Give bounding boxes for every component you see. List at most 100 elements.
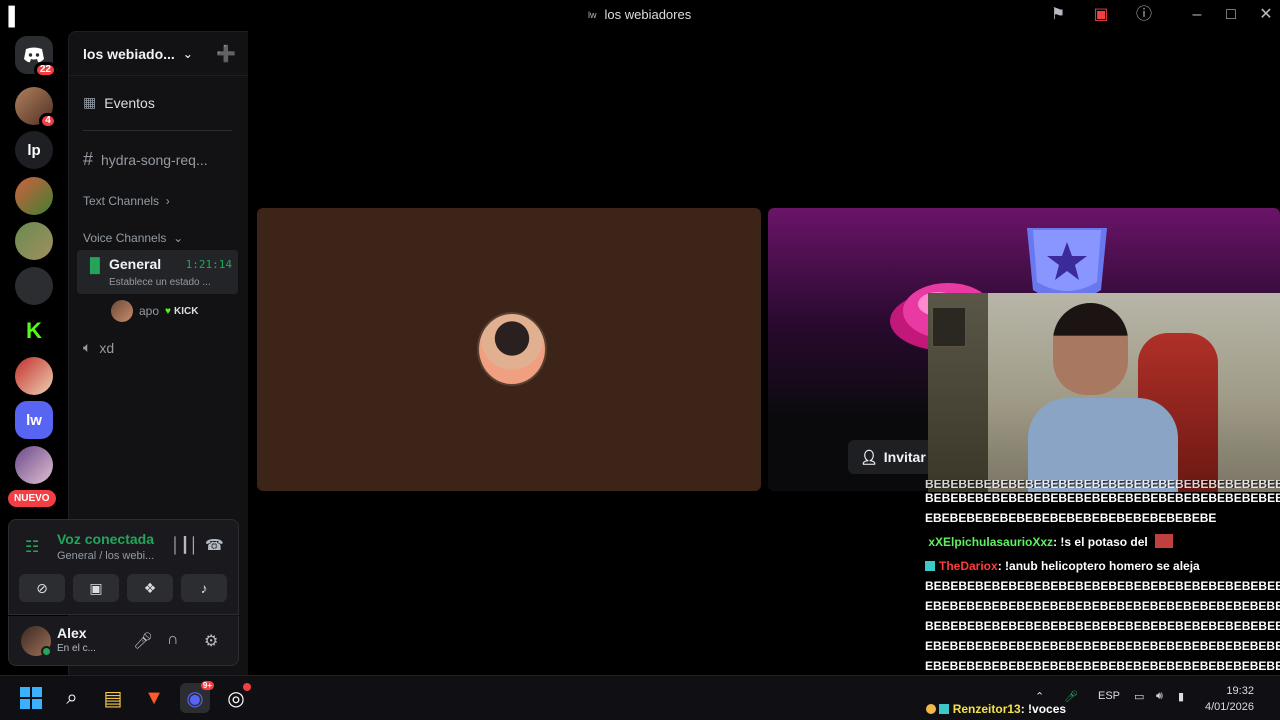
server-icon-5[interactable]	[15, 267, 53, 305]
category-voice-channels[interactable]: Voice Channels ⌄	[83, 231, 183, 245]
minimize-icon[interactable]: –	[1187, 5, 1207, 25]
divider	[83, 130, 232, 131]
voice-status-text[interactable]: Establece un estado ...	[109, 277, 211, 288]
chat-text: : !voces	[1020, 702, 1067, 716]
voice-user-apo[interactable]: apo ♥ KICK	[111, 300, 198, 322]
close-icon[interactable]: ✕	[1256, 5, 1276, 25]
events-label: Eventos	[104, 94, 155, 111]
discord-logo-icon: ▐	[2, 6, 15, 26]
category-label: Text Channels	[83, 194, 160, 208]
chat-line: BEBEBEBEBEBEBEBEBEBEBEBEBEBEBEBEBEBEBEBE…	[925, 579, 1280, 593]
headphones-icon[interactable]: ∩	[167, 631, 179, 649]
chevron-down-icon: ⌄	[169, 231, 184, 245]
noise-suppression-icon[interactable]: │┃│	[171, 536, 199, 554]
calendar-icon: ▦	[83, 94, 97, 110]
window-title-text: los webiadores	[604, 7, 692, 22]
screen-record-icon[interactable]: ▣	[1091, 5, 1111, 25]
events-item[interactable]: ▦ Eventos	[77, 94, 240, 111]
voice-wave-icon: ▐▌	[85, 257, 105, 273]
chat-username: xXElpichulasaurioXxz	[928, 535, 1054, 549]
server-icon-9[interactable]	[15, 446, 53, 484]
flag-icon[interactable]: ⚑	[1048, 5, 1068, 25]
invite-label: Invitar	[883, 449, 926, 465]
soundboard-button[interactable]: ♪	[181, 574, 227, 602]
user-panel[interactable]: Alex En el c... 🎤︎ ∩ ⚙	[8, 616, 239, 666]
server-icon-1[interactable]: 4	[15, 87, 57, 129]
taskbar: ⌕ ▤ ▼ ◉ 9+ ◎ Renzeitor13: !voces ⌃ 🎤︎ ES…	[0, 675, 1280, 720]
voice-channel-name: xd	[99, 339, 115, 356]
voice-connected-title[interactable]: Voz conectada	[57, 531, 154, 547]
guild-name: los webiado...	[83, 45, 175, 62]
camera-off-icon: ⊘	[36, 579, 48, 596]
server-lp[interactable]: lp	[15, 131, 53, 169]
participant-avatar	[477, 312, 547, 386]
help-icon[interactable]: ⓘ	[1134, 5, 1154, 25]
obs-icon[interactable]: ◎	[221, 683, 251, 713]
add-user-icon[interactable]: ➕	[216, 44, 236, 64]
chat-badge-icon	[926, 704, 936, 714]
mic-tray-icon[interactable]: 🎤︎	[1064, 690, 1078, 703]
voice-user-name: apo	[139, 304, 160, 318]
clock[interactable]: 19:32 4/01/2026	[1205, 683, 1254, 715]
voice-connected-panel: ☷ Voz conectada General / los webi... │┃…	[8, 519, 239, 615]
server-kick[interactable]: K	[15, 312, 53, 350]
user-status: En el c...	[57, 643, 96, 654]
network-icon[interactable]: ▭	[1134, 690, 1144, 703]
voice-channel-xd[interactable]: 🔈︎ xd	[77, 339, 240, 356]
server-icon-3[interactable]	[15, 177, 53, 215]
disconnect-icon[interactable]: ☎	[205, 536, 224, 554]
discord-badge: 9+	[200, 681, 214, 690]
chat-text: : !s el potaso del	[1053, 535, 1148, 549]
voice-connected-subtitle[interactable]: General / los webi...	[57, 550, 154, 562]
battery-icon[interactable]: ▮	[1178, 690, 1184, 703]
activities-button[interactable]: ❖	[127, 574, 173, 602]
participant-tile[interactable]	[257, 208, 761, 491]
chat-username: Renzeitor13	[952, 702, 1021, 716]
camera-off-button[interactable]: ⊘	[19, 574, 65, 602]
gear-icon[interactable]: ⚙	[204, 631, 218, 651]
server-icon-4[interactable]	[15, 222, 53, 260]
nuevo-badge[interactable]: NUEVO	[8, 490, 56, 507]
text-channel-item[interactable]: # hydra-song-req...	[77, 149, 240, 170]
avatar	[111, 300, 133, 322]
clock-time: 19:32	[1226, 685, 1254, 697]
brave-browser-icon[interactable]: ▼	[139, 683, 169, 713]
heart-icon: ♥	[165, 305, 171, 317]
invite-button[interactable]: 👤︎ Invitar	[848, 440, 938, 474]
guild-header[interactable]: los webiado... ⌄ ➕	[69, 32, 248, 76]
voice-channel-general[interactable]: ▐▌ General 1:21:14 Establece un estado .…	[77, 250, 238, 294]
home-button[interactable]: 22	[15, 36, 57, 78]
microphone-icon[interactable]: 🎤︎	[133, 631, 153, 651]
voice-timer: 1:21:14	[185, 258, 232, 271]
chat-message: TheDariox: !anub helicoptero homero se a…	[925, 556, 1280, 576]
speaker-icon: 🔈︎	[83, 339, 92, 355]
window-title-icon: lw	[588, 9, 597, 20]
tray-overflow-icon[interactable]: ⌃	[1035, 690, 1044, 703]
server-lw[interactable]: lw	[15, 401, 53, 439]
server-icon-7[interactable]	[15, 357, 53, 395]
emote-icon	[1155, 534, 1174, 548]
signal-icon: ☷	[25, 539, 40, 556]
search-icon[interactable]: ⌕	[57, 683, 87, 713]
chat-line: BEBEBEBEBEBEBEBEBEBEBEBEBEBEBEBEBEBEBEBE…	[925, 480, 1280, 488]
person	[1028, 303, 1178, 492]
chat-username: TheDariox	[939, 559, 998, 573]
chat-message: Renzeitor13: !voces	[926, 702, 1066, 716]
chat-line: EBEBEBEBEBEBEBEBEBEBEBEBEBEBEBEBEBEBEBEB…	[925, 659, 1280, 673]
volume-icon[interactable]: 🔊︎	[1156, 690, 1163, 703]
maximize-icon[interactable]: □	[1221, 5, 1241, 25]
screen-share-button[interactable]: ▣	[73, 574, 119, 602]
chat-line: BEBEBEBEBEBEBEBEBEBEBEBEBEBEBEBEBEBEBEBE…	[925, 619, 1280, 633]
language-indicator[interactable]: ESP	[1098, 690, 1120, 702]
chat-line: EBEBEBEBEBEBEBEBEBEBEBEBEBEBEBEBEBEBEBEB…	[925, 639, 1280, 653]
text-channel-name: hydra-song-req...	[101, 151, 208, 168]
chat-text: : !anub helicoptero homero se aleja	[997, 559, 1200, 573]
start-button[interactable]	[16, 683, 46, 713]
clock-date: 4/01/2026	[1205, 701, 1254, 713]
category-text-channels[interactable]: Text Channels ›	[83, 194, 170, 208]
online-status-icon	[41, 646, 52, 657]
discord-taskbar-icon[interactable]: ◉ 9+	[180, 681, 214, 713]
file-explorer-icon[interactable]: ▤	[98, 683, 128, 713]
chevron-down-icon: ⌄	[182, 46, 193, 61]
poster	[932, 307, 966, 347]
